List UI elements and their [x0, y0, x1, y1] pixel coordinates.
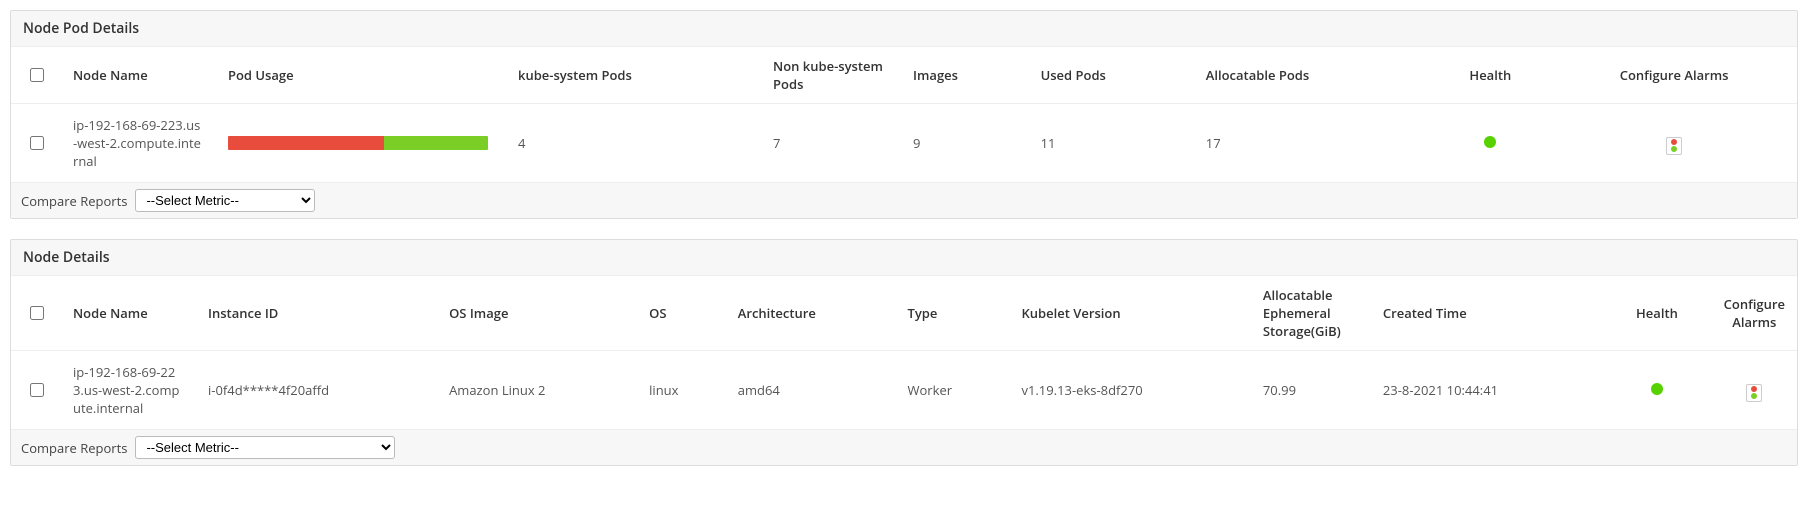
col-node-name[interactable]: Node Name: [61, 47, 216, 104]
col-type[interactable]: Type: [895, 276, 1009, 351]
col-health[interactable]: Health: [1602, 276, 1711, 351]
compare-metric-select[interactable]: --Select Metric--: [135, 189, 315, 212]
col-images[interactable]: Images: [901, 47, 1029, 104]
col-storage[interactable]: Allocatable Ephemeral Storage(GiB): [1251, 276, 1371, 351]
col-kube-system[interactable]: kube-system Pods: [506, 47, 761, 104]
panel-title: Node Pod Details: [11, 11, 1797, 47]
pod-details-table: Node Name Pod Usage kube-system Pods Non…: [11, 47, 1797, 182]
col-configure-alarms[interactable]: Configure Alarms: [1551, 47, 1797, 104]
cell-images: 9: [901, 104, 1029, 183]
row-checkbox[interactable]: [30, 383, 44, 397]
col-os-image[interactable]: OS Image: [437, 276, 637, 351]
cell-non-kube-system: 7: [761, 104, 901, 183]
pod-usage-used-segment: [228, 136, 384, 150]
panel-title: Node Details: [11, 240, 1797, 276]
col-created-time[interactable]: Created Time: [1371, 276, 1602, 351]
col-pod-usage[interactable]: Pod Usage: [216, 47, 506, 104]
compare-reports-label: Compare Reports: [21, 192, 127, 210]
col-node-name[interactable]: Node Name: [61, 276, 196, 351]
row-checkbox[interactable]: [30, 136, 44, 150]
cell-configure-alarms: [1551, 104, 1797, 183]
cell-kubelet-version: v1.19.13-eks-8df270: [1009, 351, 1250, 430]
cell-storage: 70.99: [1251, 351, 1371, 430]
node-details-table: Node Name Instance ID OS Image OS Archit…: [11, 276, 1797, 429]
health-ok-icon: [1484, 136, 1496, 148]
cell-used-pods: 11: [1029, 104, 1194, 183]
table-row: ip-192-168-69-223.us-west-2.compute.inte…: [11, 104, 1797, 183]
cell-health: [1429, 104, 1551, 183]
table-row: ip-192-168-69-223.us-west-2.compute.inte…: [11, 351, 1797, 430]
col-instance-id[interactable]: Instance ID: [196, 276, 437, 351]
cell-node-name[interactable]: ip-192-168-69-223.us-west-2.compute.inte…: [61, 351, 196, 430]
col-architecture[interactable]: Architecture: [726, 276, 896, 351]
cell-created-time: 23-8-2021 10:44:41: [1371, 351, 1602, 430]
cell-os-image: Amazon Linux 2: [437, 351, 637, 430]
cell-kube-system: 4: [506, 104, 761, 183]
compare-metric-select[interactable]: --Select Metric--: [135, 436, 395, 459]
panel-footer: Compare Reports --Select Metric--: [11, 429, 1797, 465]
cell-os: linux: [637, 351, 726, 430]
cell-allocatable-pods: 17: [1194, 104, 1430, 183]
node-details-panel: Node Details Node Name Instance ID OS Im…: [10, 239, 1798, 466]
cell-architecture: amd64: [726, 351, 896, 430]
cell-configure-alarms: [1712, 351, 1797, 430]
pod-usage-bar: [228, 136, 488, 150]
cell-health: [1602, 351, 1711, 430]
compare-reports-label: Compare Reports: [21, 439, 127, 457]
select-all-checkbox[interactable]: [30, 68, 44, 82]
col-os[interactable]: OS: [637, 276, 726, 351]
col-non-kube-system[interactable]: Non kube-system Pods: [761, 47, 901, 104]
col-allocatable-pods[interactable]: Allocatable Pods: [1194, 47, 1430, 104]
pod-usage-free-segment: [384, 136, 488, 150]
col-used-pods[interactable]: Used Pods: [1029, 47, 1194, 104]
configure-alarm-icon[interactable]: [1666, 137, 1682, 155]
col-health[interactable]: Health: [1429, 47, 1551, 104]
cell-pod-usage: [216, 104, 506, 183]
configure-alarm-icon[interactable]: [1746, 384, 1762, 402]
health-ok-icon: [1651, 383, 1663, 395]
cell-instance-id: i-0f4d*****4f20affd: [196, 351, 437, 430]
panel-footer: Compare Reports --Select Metric--: [11, 182, 1797, 218]
select-all-checkbox[interactable]: [30, 306, 44, 320]
col-kubelet-version[interactable]: Kubelet Version: [1009, 276, 1250, 351]
col-configure-alarms[interactable]: Configure Alarms: [1712, 276, 1797, 351]
cell-type: Worker: [895, 351, 1009, 430]
cell-node-name[interactable]: ip-192-168-69-223.us-west-2.compute.inte…: [61, 104, 216, 183]
node-pod-details-panel: Node Pod Details Node Name Pod Usage kub…: [10, 10, 1798, 219]
